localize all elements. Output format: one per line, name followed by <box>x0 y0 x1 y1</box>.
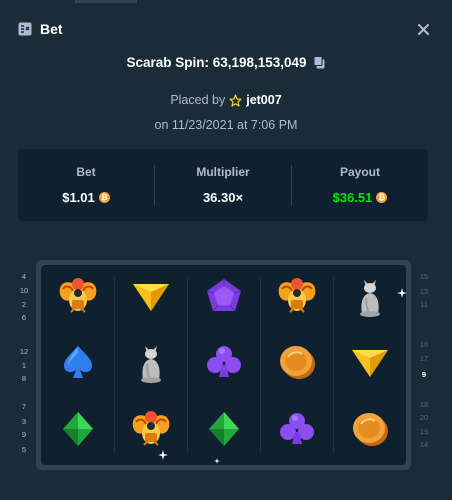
payline-number: 4 <box>21 272 27 281</box>
slot-cell <box>114 265 187 332</box>
payline-number: 2 <box>21 300 27 309</box>
column-divider <box>260 277 261 453</box>
gold-coin-icon <box>349 408 391 455</box>
payline-number: 13 <box>419 287 429 296</box>
sparkle-icon <box>158 450 168 460</box>
close-icon <box>417 23 429 35</box>
blue-spade-icon <box>60 343 96 386</box>
placed-by-row: Placed by jet007 <box>0 93 452 107</box>
column-divider <box>114 277 115 453</box>
purple-club-icon <box>205 343 243 386</box>
slot-cell <box>333 332 406 399</box>
close-button[interactable] <box>412 18 434 40</box>
slot-board-frame <box>36 260 411 470</box>
payline-number: 16 <box>419 340 429 349</box>
bitcoin-icon <box>98 192 110 203</box>
green-diamond-icon <box>61 410 95 453</box>
game-id-row: Scarab Spin: 63,198,153,049 <box>0 55 452 70</box>
payline-number: 17 <box>419 354 429 363</box>
slot-cell <box>41 265 114 332</box>
green-diamond-icon <box>207 410 241 453</box>
gold-coin-icon <box>276 341 318 388</box>
cat-statue-icon <box>133 340 169 389</box>
multiplier-label: Multiplier <box>196 165 250 179</box>
purple-pentagon-icon <box>204 276 244 321</box>
column-divider <box>333 277 334 453</box>
slot-cell <box>41 332 114 399</box>
modal-title: Bet <box>40 21 63 37</box>
copy-icon[interactable] <box>313 56 326 69</box>
payout-value: $36.51 <box>332 190 373 205</box>
slot-cell <box>260 398 333 465</box>
yellow-triangle-icon <box>130 275 172 322</box>
payline-number: 18 <box>419 400 429 409</box>
slot-cell <box>187 398 260 465</box>
game-id-text: Scarab Spin: 63,198,153,049 <box>126 55 307 70</box>
slot-cell <box>260 332 333 399</box>
stat-bet: Bet $1.01 <box>18 165 154 205</box>
payline-number: 1 <box>21 361 27 370</box>
bet-slip-icon <box>18 22 32 36</box>
bet-date: on 11/23/2021 at 7:06 PM <box>154 118 298 132</box>
payline-number: 9 <box>421 370 427 379</box>
payout-label: Payout <box>339 165 380 179</box>
payline-number: 10 <box>19 286 29 295</box>
bet-value-row: $1.01 <box>18 190 154 205</box>
purple-club-icon <box>278 410 316 453</box>
payline-number: 14 <box>419 440 429 449</box>
modal-header: Bet <box>0 0 452 58</box>
bet-value: $1.01 <box>62 190 95 205</box>
slot-board <box>36 260 411 470</box>
slot-cell <box>187 265 260 332</box>
username-link[interactable]: jet007 <box>246 93 281 107</box>
payline-number: 6 <box>21 313 27 322</box>
payline-number: 3 <box>21 417 27 426</box>
slot-cell <box>260 265 333 332</box>
column-divider <box>187 277 188 453</box>
sparkle-icon <box>214 458 220 464</box>
payline-number: 19 <box>419 427 429 436</box>
stat-multiplier: Multiplier 36.30× <box>154 165 291 205</box>
payline-number: 11 <box>420 300 428 309</box>
payout-value-row: $36.51 <box>292 190 428 205</box>
slot-cell <box>114 332 187 399</box>
bet-label: Bet <box>76 165 96 179</box>
stat-payout: Payout $36.51 <box>291 165 428 205</box>
payline-number: 20 <box>419 413 429 422</box>
multiplier-value: 36.30× <box>202 190 244 205</box>
star-icon <box>229 93 242 107</box>
payline-number: 7 <box>21 402 27 411</box>
payline-number: 12 <box>19 347 29 356</box>
payline-number: 9 <box>21 430 27 439</box>
placed-by-label: Placed by <box>170 93 226 107</box>
scarab-icon <box>56 274 100 323</box>
slot-cell <box>187 332 260 399</box>
scarab-icon <box>129 407 173 456</box>
slot-cell <box>333 265 406 332</box>
slot-grid <box>41 265 406 465</box>
bet-stats-panel: Bet $1.01 Multiplier 36.30× Payout $36.5… <box>18 149 428 221</box>
sparkle-icon <box>397 288 407 298</box>
payline-number: 8 <box>21 374 27 383</box>
slot-cell <box>41 398 114 465</box>
slot-cell <box>333 398 406 465</box>
yellow-triangle-icon <box>349 341 391 388</box>
payline-number: 15 <box>419 272 429 281</box>
slot-cell <box>114 398 187 465</box>
bitcoin-icon <box>376 192 388 203</box>
multiplier-value-row: 36.30× <box>155 190 291 205</box>
payline-number: 5 <box>21 445 27 454</box>
scarab-icon <box>275 274 319 323</box>
cat-statue-icon <box>352 274 388 323</box>
